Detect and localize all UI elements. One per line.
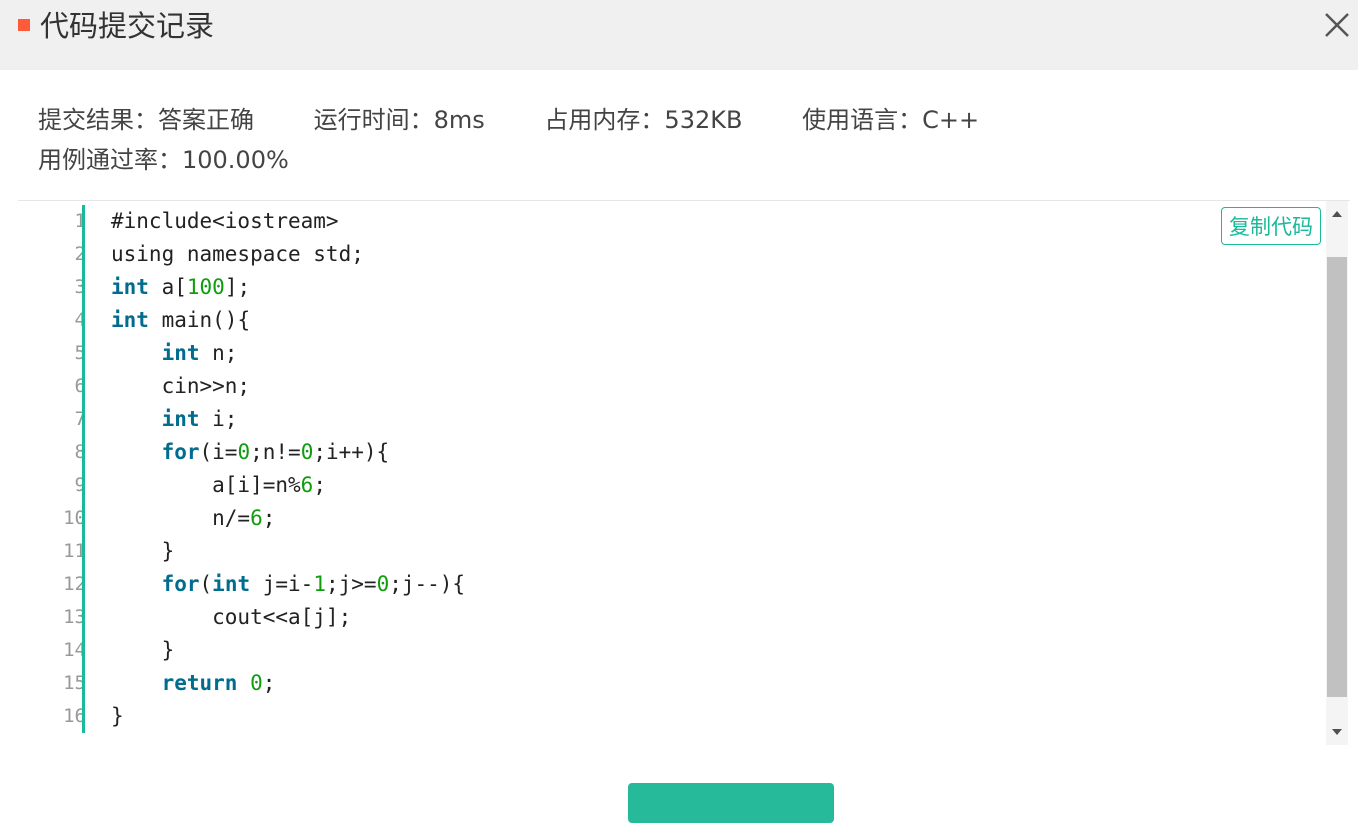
- line-number: 4: [74, 309, 86, 331]
- line-number: 3: [74, 276, 86, 298]
- close-button[interactable]: [1320, 8, 1354, 42]
- submission-info-row: 提交结果：答案正确 运行时间：8ms 占用内存：532KB 使用语言：C++: [38, 104, 1031, 136]
- code-line: int a[100];: [111, 275, 251, 299]
- code-line: #include<iostream>: [111, 209, 339, 233]
- line-number-gutter: 1 2 3 4 5 6 7 8 9 10 11 12 13 14 15 16: [18, 201, 86, 729]
- line-number: 9: [74, 474, 86, 496]
- pass-rate-label: 用例通过率：100.00%: [38, 146, 289, 174]
- title-marker-icon: [18, 19, 30, 31]
- code-line: for(int j=i-1;j>=0;j--){: [161, 572, 466, 596]
- scroll-up-arrow-icon[interactable]: [1332, 211, 1342, 217]
- line-number: 2: [74, 243, 86, 265]
- code-line: for(i=0;n!=0;i++){: [161, 440, 390, 464]
- pass-rate-row: 用例通过率：100.00%: [38, 144, 289, 176]
- code-viewer: 1 2 3 4 5 6 7 8 9 10 11 12 13 14 15 16 #include<iostrea…: [18, 200, 1350, 745]
- code-line: int n;: [161, 341, 238, 365]
- code-line: int i;: [161, 407, 238, 431]
- line-number: 16: [63, 705, 86, 727]
- scroll-thumb[interactable]: [1327, 257, 1347, 697]
- line-number: 15: [63, 672, 86, 694]
- line-number: 10: [63, 507, 86, 529]
- line-number: 11: [63, 540, 86, 562]
- gutter-divider: [82, 205, 85, 733]
- code-line: cin>>n;: [111, 374, 251, 398]
- memory-label: 占用内存：532KB: [544, 106, 743, 134]
- code-line: }: [111, 704, 124, 728]
- vertical-scrollbar[interactable]: [1326, 201, 1348, 745]
- code-line: n/=6;: [111, 506, 276, 530]
- code-content[interactable]: #include<iostream> using namespace std; in…: [111, 201, 465, 729]
- code-line: int main(){: [111, 308, 251, 332]
- line-number: 12: [63, 573, 86, 595]
- confirm-button[interactable]: [628, 783, 834, 823]
- code-line: cout<<a[j];: [111, 605, 352, 629]
- copy-code-button[interactable]: 复制代码: [1221, 207, 1321, 245]
- dialog-title: 代码提交记录: [40, 9, 215, 43]
- line-number: 8: [74, 441, 86, 463]
- line-number: 14: [63, 639, 86, 661]
- line-number: 13: [63, 606, 86, 628]
- line-number: 7: [74, 408, 86, 430]
- close-icon: [1325, 13, 1349, 37]
- line-number: 6: [74, 375, 86, 397]
- code-line: using namespace std;: [111, 242, 364, 266]
- result-label: 提交结果：答案正确: [38, 106, 254, 134]
- line-number: 5: [74, 342, 86, 364]
- code-line: }: [111, 539, 175, 563]
- code-line: }: [111, 638, 175, 662]
- line-number: 1: [74, 210, 86, 232]
- title-bar: 代码提交记录: [0, 0, 1358, 70]
- runtime-label: 运行时间：8ms: [313, 106, 485, 134]
- code-line: return 0;: [161, 671, 276, 695]
- language-label: 使用语言：C++: [802, 106, 980, 134]
- scroll-down-arrow-icon[interactable]: [1332, 729, 1342, 735]
- code-line: a[i]=n%6;: [111, 473, 326, 497]
